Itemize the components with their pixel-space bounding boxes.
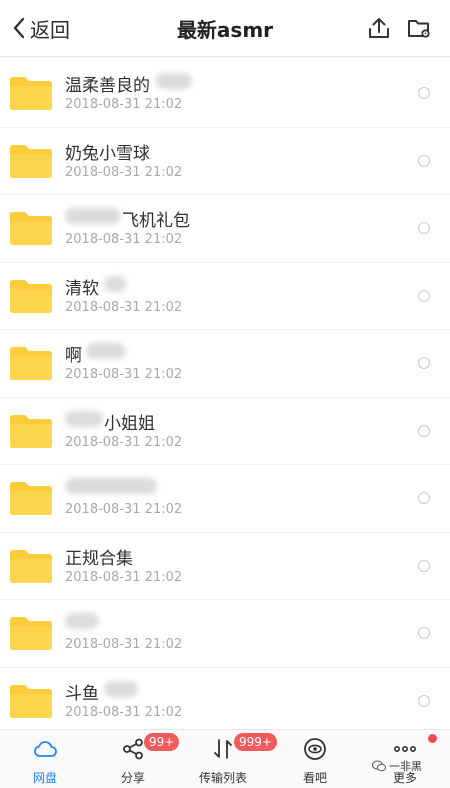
file-date: 2018-08-31 21:02: [65, 299, 183, 315]
folder-settings-icon[interactable]: [406, 15, 432, 41]
file-date: 2018-08-31 21:02: [65, 502, 183, 517]
tab-label: 看吧: [302, 771, 327, 785]
list-item[interactable]: 2018-08-31 21:02: [0, 465, 450, 533]
tab-kanba[interactable]: 看吧: [270, 730, 360, 788]
redaction-blur: [65, 208, 121, 224]
list-item[interactable]: 2018-08-31 21:02: [0, 600, 450, 668]
tab-transfer-list[interactable]: 999+ 传输列表: [178, 730, 277, 788]
folder-icon: [10, 617, 52, 650]
redaction-blur: [65, 613, 99, 629]
select-radio[interactable]: [418, 357, 430, 369]
redaction-blur: [65, 410, 103, 427]
watermark-text: 一非黑: [389, 760, 422, 773]
select-radio[interactable]: [418, 694, 430, 707]
file-name: 正规合集: [65, 548, 133, 569]
tab-netdisk[interactable]: 网盘: [0, 730, 90, 788]
redaction-blur: [156, 73, 192, 89]
list-item[interactable]: 温柔善良的 2018-08-31 21:02: [0, 60, 450, 128]
tab-label: 网盘: [32, 771, 57, 785]
file-date: 2018-08-31 21:02: [65, 164, 183, 180]
select-radio[interactable]: [418, 492, 430, 504]
tab-share[interactable]: 99+ 分享: [88, 730, 180, 788]
eye-icon: [304, 738, 326, 760]
select-radio[interactable]: [418, 154, 430, 167]
folder-icon: [10, 347, 52, 380]
file-date: 2018-08-31 21:02: [65, 367, 183, 382]
file-name: 飞机礼包: [122, 211, 190, 231]
select-radio[interactable]: [418, 289, 430, 302]
file-name: 清软: [65, 278, 99, 299]
tab-label: 分享: [120, 771, 145, 785]
file-name: 斗鱼: [65, 683, 99, 704]
file-date: 2018-08-31 21:02: [65, 232, 183, 247]
folder-icon: [10, 144, 52, 178]
file-date: 2018-08-31 21:02: [65, 97, 183, 112]
select-radio[interactable]: [418, 424, 430, 437]
file-date: 2018-08-31 21:02: [65, 637, 183, 652]
file-date: 2018-08-31 21:02: [65, 434, 183, 450]
folder-icon: [10, 414, 52, 448]
folder-icon: [10, 549, 52, 583]
share-badge: 99+: [144, 733, 180, 751]
file-name: 奶兔小雪球: [65, 143, 150, 164]
tab-label: 传输列表: [198, 771, 247, 785]
redaction-blur: [65, 478, 157, 494]
select-radio[interactable]: [418, 559, 430, 572]
redaction-blur: [104, 275, 126, 292]
list-item[interactable]: 斗鱼 2018-08-31 21:02: [0, 668, 450, 735]
transfer-icon: [214, 739, 232, 759]
list-item[interactable]: 清软 2018-08-31 21:02: [0, 263, 450, 330]
file-name: 小姐姐: [104, 413, 155, 434]
folder-icon: [10, 684, 52, 718]
top-bar: 返回 最新asmr: [0, 0, 450, 57]
share-icon: [123, 738, 143, 760]
select-radio[interactable]: [418, 87, 430, 99]
folder-icon: [10, 482, 52, 515]
list-item[interactable]: 飞机礼包 2018-08-31 21:02: [0, 195, 450, 263]
upload-icon[interactable]: [366, 15, 392, 41]
file-date: 2018-08-31 21:02: [65, 569, 183, 585]
list-item[interactable]: 奶兔小雪球 2018-08-31 21:02: [0, 128, 450, 195]
file-name: 温柔善良的: [65, 76, 150, 96]
notification-dot: [428, 734, 437, 743]
select-radio[interactable]: [418, 627, 430, 639]
folder-icon: [10, 279, 52, 313]
cloud-icon: [34, 741, 57, 757]
wechat-icon: [372, 760, 386, 772]
watermark: 一非黑: [372, 758, 422, 774]
list-item[interactable]: 小姐姐 2018-08-31 21:02: [0, 398, 450, 465]
redaction-blur: [104, 680, 138, 697]
list-item[interactable]: 啊 2018-08-31 21:02: [0, 330, 450, 398]
redaction-blur: [86, 343, 126, 359]
file-list: 温柔善良的 2018-08-31 21:02 奶兔小雪球 2018-08-31 …: [0, 60, 450, 735]
folder-icon: [10, 212, 52, 245]
list-item[interactable]: 正规合集 2018-08-31 21:02: [0, 533, 450, 600]
select-radio[interactable]: [418, 222, 430, 234]
folder-icon: [10, 77, 52, 110]
file-name: 啊: [65, 346, 82, 366]
file-date: 2018-08-31 21:02: [65, 704, 183, 720]
